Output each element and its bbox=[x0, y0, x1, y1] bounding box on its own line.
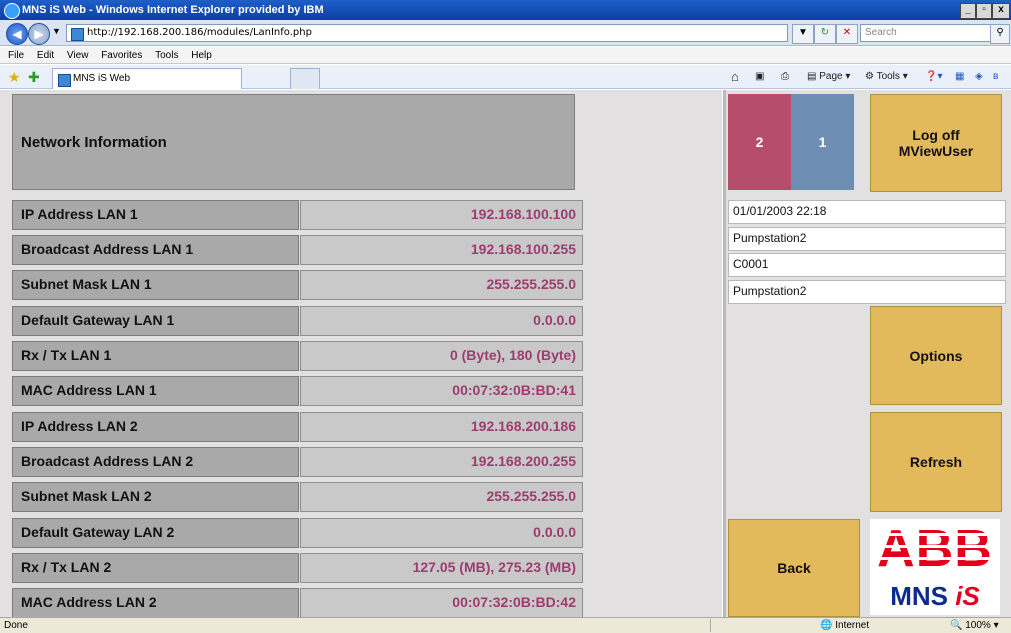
row-label-gateway-lan2: Default Gateway LAN 2 bbox=[12, 518, 299, 548]
row-value-mac-lan1: 00:07:32:0B:BD:41 bbox=[300, 376, 583, 406]
row-value-subnet-lan1: 255.255.255.0 bbox=[300, 270, 583, 300]
research-icon[interactable]: ▦ bbox=[955, 65, 964, 89]
window-title: MNS iS Web - Windows Internet Explorer p… bbox=[22, 4, 324, 16]
page-menu[interactable]: ▤ Page ▾ bbox=[807, 65, 850, 89]
address-row: ◀ ▶ ▼ http://192.168.200.186/modules/Lan… bbox=[0, 20, 1011, 46]
row-value-rxtx-lan2: 127.05 (MB), 275.23 (MB) bbox=[300, 553, 583, 583]
command-bar: ⌂ ▣ ⎙ ▤ Page ▾ ⚙ Tools ▾ ❓▾ ▦ ◈ ʙ bbox=[725, 65, 1011, 89]
abb-logo-text: ABB bbox=[877, 520, 993, 578]
address-dropdown-icon[interactable]: ▼ bbox=[792, 24, 814, 44]
minimize-icon[interactable]: _ bbox=[960, 3, 976, 19]
back-button[interactable]: Back bbox=[728, 519, 860, 617]
row-value-broadcast-lan1: 192.168.100.255 bbox=[300, 235, 583, 265]
mns-is-logo-text: MNS iS bbox=[870, 579, 1000, 613]
row-value-broadcast-lan2: 192.168.200.255 bbox=[300, 447, 583, 477]
forward-arrow-icon[interactable]: ▶ bbox=[28, 23, 50, 45]
options-button[interactable]: Options bbox=[870, 306, 1002, 405]
page-title: Network Information bbox=[12, 94, 575, 190]
row-label-ip-lan2: IP Address LAN 2 bbox=[12, 412, 299, 442]
search-placeholder: Search bbox=[865, 27, 897, 38]
help-icon[interactable]: ❓▾ bbox=[925, 65, 942, 89]
row-label-broadcast-lan2: Broadcast Address LAN 2 bbox=[12, 447, 299, 477]
row-label-mac-lan1: MAC Address LAN 1 bbox=[12, 376, 299, 406]
row-value-subnet-lan2: 255.255.255.0 bbox=[300, 482, 583, 512]
menu-file[interactable]: File bbox=[8, 47, 24, 64]
favorites-star-icon[interactable]: ★ bbox=[8, 69, 21, 86]
datetime-field: 01/01/2003 22:18 bbox=[728, 200, 1006, 224]
status-bar: Done 🌐 Internet 🔍 100% ▾ bbox=[0, 617, 1011, 633]
home-icon[interactable]: ⌂ bbox=[731, 65, 739, 89]
refresh-button[interactable]: Refresh bbox=[870, 412, 1002, 512]
tab-mns-is-web[interactable]: MNS iS Web bbox=[52, 68, 242, 89]
address-text: http://192.168.200.186/modules/LanInfo.p… bbox=[87, 27, 312, 38]
row-value-ip-lan2: 192.168.200.186 bbox=[300, 412, 583, 442]
abb-mns-is-logo: ABB MNS iS bbox=[870, 519, 1000, 615]
row-value-gateway-lan2: 0.0.0.0 bbox=[300, 518, 583, 548]
counter-box-a[interactable]: 2 bbox=[728, 94, 791, 190]
menu-view[interactable]: View bbox=[67, 47, 89, 64]
station-location-field: Pumpstation2 bbox=[728, 280, 1006, 304]
row-label-subnet-lan2: Subnet Mask LAN 2 bbox=[12, 482, 299, 512]
row-value-rxtx-lan1: 0 (Byte), 180 (Byte) bbox=[300, 341, 583, 371]
menu-tools[interactable]: Tools bbox=[155, 47, 178, 64]
print-icon[interactable]: ⎙ bbox=[781, 65, 789, 89]
messenger-icon[interactable]: ◈ bbox=[975, 65, 983, 89]
window-title-bar: MNS iS Web - Windows Internet Explorer p… bbox=[0, 0, 1011, 20]
row-value-gateway-lan1: 0.0.0.0 bbox=[300, 306, 583, 336]
zoom-control[interactable]: 🔍 100% ▾ bbox=[950, 618, 999, 633]
tab-label: MNS iS Web bbox=[73, 73, 131, 84]
page-icon bbox=[71, 28, 84, 41]
tools-menu[interactable]: ⚙ Tools ▾ bbox=[865, 65, 908, 89]
add-favorite-icon[interactable]: ✚ bbox=[28, 69, 40, 86]
row-label-gateway-lan1: Default Gateway LAN 1 bbox=[12, 306, 299, 336]
search-icon[interactable]: ⚲ bbox=[990, 24, 1010, 44]
row-value-mac-lan2: 00:07:32:0B:BD:42 bbox=[300, 588, 583, 618]
menu-favorites[interactable]: Favorites bbox=[101, 47, 142, 64]
search-input[interactable]: Search bbox=[860, 24, 1000, 42]
maximize-icon[interactable]: ▫ bbox=[976, 3, 992, 19]
row-label-mac-lan2: MAC Address LAN 2 bbox=[12, 588, 299, 618]
menu-bar: File Edit View Favorites Tools Help bbox=[0, 47, 1011, 64]
mns-text: MNS bbox=[890, 581, 956, 611]
menu-help[interactable]: Help bbox=[191, 47, 212, 64]
new-tab-button[interactable] bbox=[290, 68, 320, 89]
zone-indicator: 🌐 Internet bbox=[820, 620, 870, 631]
refresh-page-icon[interactable]: ↻ bbox=[814, 24, 836, 44]
logo-stripe bbox=[876, 533, 994, 536]
stop-icon[interactable]: ✕ bbox=[836, 24, 858, 44]
tab-page-icon bbox=[58, 74, 71, 87]
status-panels bbox=[710, 619, 810, 632]
log-off-button[interactable]: Log off MViewUser bbox=[870, 94, 1002, 192]
feeds-icon[interactable]: ▣ bbox=[755, 65, 764, 89]
log-off-label: Log off bbox=[912, 127, 960, 143]
row-label-rxtx-lan1: Rx / Tx LAN 1 bbox=[12, 341, 299, 371]
log-off-user: MViewUser bbox=[898, 143, 974, 159]
row-label-broadcast-lan1: Broadcast Address LAN 1 bbox=[12, 235, 299, 265]
row-label-rxtx-lan2: Rx / Tx LAN 2 bbox=[12, 553, 299, 583]
counter-box-b[interactable]: 1 bbox=[791, 94, 854, 190]
row-label-ip-lan1: IP Address LAN 1 bbox=[12, 200, 299, 230]
address-bar[interactable]: http://192.168.200.186/modules/LanInfo.p… bbox=[66, 24, 788, 42]
back-arrow-icon[interactable]: ◀ bbox=[6, 23, 28, 45]
is-text: iS bbox=[955, 581, 980, 611]
menu-edit[interactable]: Edit bbox=[37, 47, 54, 64]
bluetooth-icon[interactable]: ʙ bbox=[993, 65, 998, 89]
logo-stripe bbox=[876, 557, 994, 560]
close-icon[interactable]: x bbox=[992, 3, 1010, 19]
history-dropdown-icon[interactable]: ▼ bbox=[52, 26, 61, 36]
status-text: Done bbox=[4, 620, 28, 631]
logo-stripe bbox=[876, 545, 994, 548]
row-label-subnet-lan1: Subnet Mask LAN 1 bbox=[12, 270, 299, 300]
ie-logo-icon bbox=[4, 3, 20, 19]
row-value-ip-lan1: 192.168.100.100 bbox=[300, 200, 583, 230]
station-code-field: C0001 bbox=[728, 253, 1006, 277]
station-name-field: Pumpstation2 bbox=[728, 227, 1006, 251]
